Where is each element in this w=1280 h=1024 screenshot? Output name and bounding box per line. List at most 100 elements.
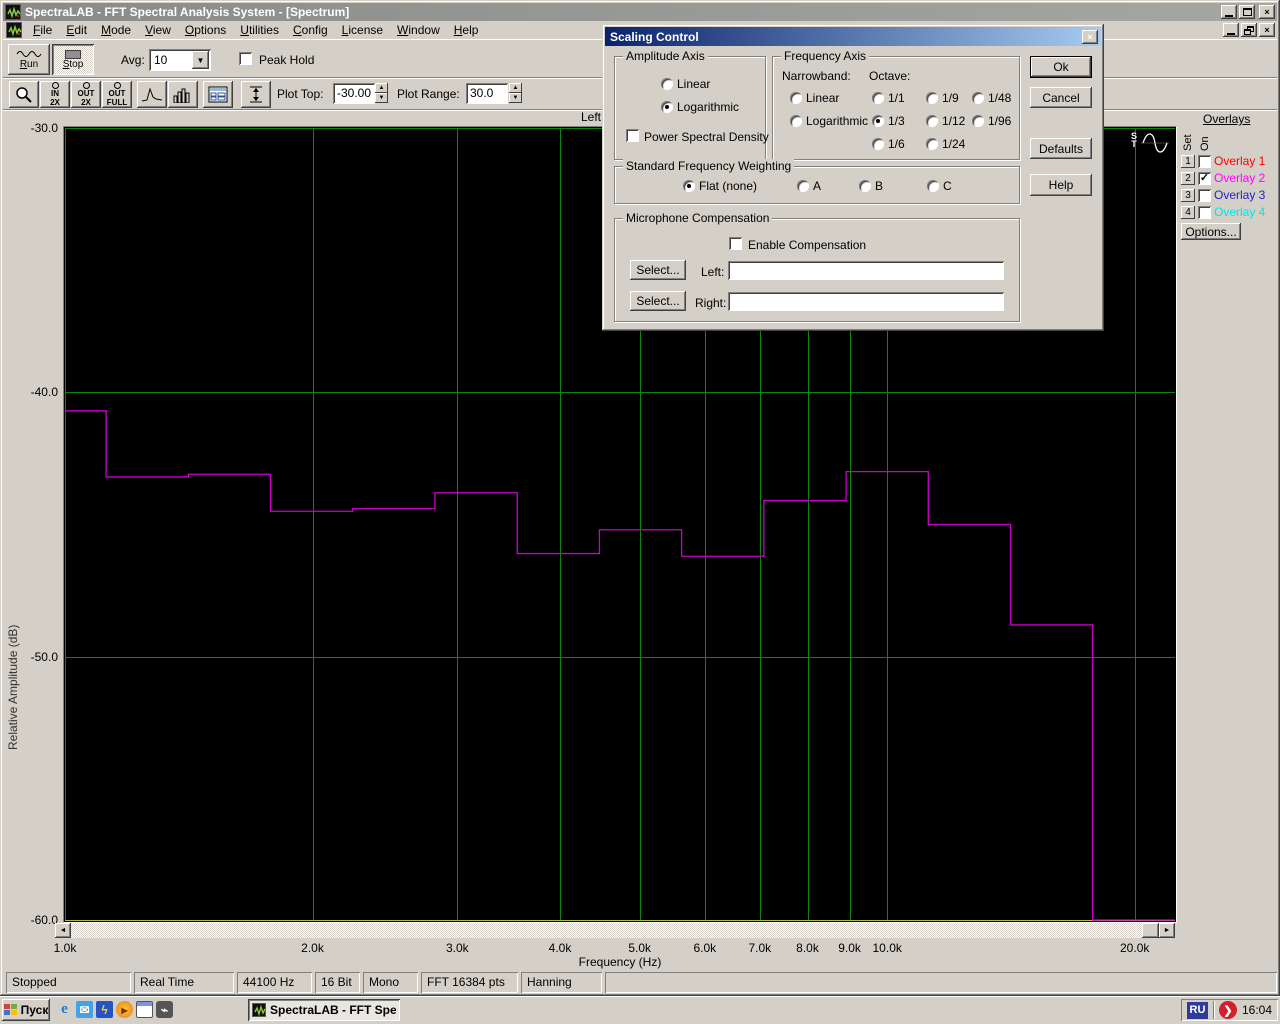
- status-segment-3: 44100 Hz: [237, 972, 312, 993]
- menu-file[interactable]: File: [26, 21, 59, 39]
- overlay-on-checkbox-1[interactable]: [1198, 154, 1211, 168]
- plot-top-input[interactable]: -30.00: [333, 83, 375, 104]
- select-right-button[interactable]: Select...: [630, 291, 686, 311]
- start-button[interactable]: Пуск: [2, 999, 50, 1021]
- radio-label: 1/1: [888, 91, 905, 105]
- overlay-on-checkbox-2[interactable]: ✓: [1198, 171, 1211, 185]
- left-compensation-field[interactable]: [728, 261, 1004, 280]
- media-player-icon[interactable]: ▸: [116, 1001, 133, 1018]
- select-left-button[interactable]: Select...: [630, 260, 686, 280]
- scroll-left-arrow[interactable]: ◄: [55, 923, 71, 938]
- details-view-button[interactable]: [203, 81, 233, 108]
- overlay-on-checkbox-3[interactable]: [1198, 188, 1211, 202]
- show-desktop-icon[interactable]: [136, 1001, 153, 1018]
- zoom-in-2x-button[interactable]: IN 2X: [40, 81, 70, 108]
- plot-range-input[interactable]: 30.0: [466, 83, 508, 104]
- winamp-icon[interactable]: ⌁: [156, 1001, 173, 1018]
- bar-plot-mode-button[interactable]: [168, 81, 198, 108]
- menu-options[interactable]: Options: [178, 21, 233, 39]
- title-bar[interactable]: SpectraLAB - FFT Spectral Analysis Syste…: [3, 3, 1277, 21]
- amplitude-linear-radio[interactable]: Linear: [661, 77, 710, 91]
- zoom-tool-button[interactable]: [9, 81, 39, 108]
- ok-button[interactable]: Ok: [1030, 56, 1092, 78]
- dialog-title-bar[interactable]: Scaling Control ×: [605, 27, 1101, 46]
- overlay-set-button-4[interactable]: 4: [1181, 205, 1195, 219]
- avg-dropdown-arrow[interactable]: ▼: [192, 51, 209, 69]
- octave-1-1-radio[interactable]: 1/1: [872, 91, 905, 105]
- overlay-on-checkbox-4[interactable]: [1198, 205, 1211, 219]
- peak-hold-checkbox[interactable]: [239, 52, 252, 65]
- menu-items: File Edit Mode View Options Utilities Config Li…: [26, 21, 485, 39]
- weighting-c-radio[interactable]: C: [927, 179, 952, 193]
- details-icon: [208, 86, 228, 103]
- plot-top-spinner[interactable]: ▲ ▼: [375, 83, 388, 103]
- maximize-button[interactable]: [1239, 5, 1255, 19]
- outlook-express-icon[interactable]: ✉: [76, 1001, 93, 1018]
- weighting-a-radio[interactable]: A: [797, 179, 821, 193]
- zoom-out-2x-button[interactable]: OUT 2X: [71, 81, 101, 108]
- zoom-in-caption2: 2X: [50, 98, 60, 107]
- x-tick-4.0k: 4.0k: [548, 941, 572, 955]
- scrollbar-thumb[interactable]: [1142, 923, 1159, 938]
- weighting-flat-radio[interactable]: Flat (none): [683, 179, 757, 193]
- taskbar-app-button[interactable]: SpectraLAB - FFT Spe...: [248, 999, 400, 1021]
- language-indicator[interactable]: RU: [1186, 1001, 1208, 1019]
- amplitude-axis-legend: Amplitude Axis: [623, 49, 708, 63]
- overlay-set-button-3[interactable]: 3: [1181, 188, 1195, 202]
- menu-config[interactable]: Config: [286, 21, 335, 39]
- child-minimize-button[interactable]: [1223, 23, 1239, 37]
- minimize-button[interactable]: [1221, 5, 1237, 19]
- octave-1-12-radio[interactable]: 1/12: [926, 114, 965, 128]
- right-compensation-field[interactable]: [728, 292, 1004, 311]
- octave-1-9-radio[interactable]: 1/9: [926, 91, 959, 105]
- octave-1-48-radio[interactable]: 1/48: [972, 91, 1011, 105]
- child-close-button[interactable]: ×: [1259, 23, 1275, 37]
- overlay-set-button-2[interactable]: 2: [1181, 171, 1195, 185]
- scroll-right-arrow[interactable]: ►: [1159, 923, 1175, 938]
- menu-mode[interactable]: Mode: [94, 21, 138, 39]
- line-plot-mode-button[interactable]: [137, 81, 167, 108]
- mic-compensation-legend: Microphone Compensation: [623, 211, 773, 225]
- menu-utilities[interactable]: Utilities: [233, 21, 286, 39]
- child-restore-button[interactable]: [1241, 23, 1257, 37]
- octave-1-3-radio[interactable]: 1/3: [872, 114, 905, 128]
- zoom-out-full-button[interactable]: OUT FULL: [102, 81, 132, 108]
- octave-1-24-radio[interactable]: 1/24: [926, 137, 965, 151]
- amplitude-logarithmic-radio[interactable]: Logarithmic: [661, 100, 739, 114]
- cancel-button[interactable]: Cancel: [1030, 87, 1092, 108]
- clock: 16:04: [1241, 1003, 1272, 1017]
- messenger-icon[interactable]: ϟ: [96, 1001, 113, 1018]
- narrowband-linear-radio[interactable]: Linear: [790, 91, 839, 105]
- dialog-close-icon[interactable]: ×: [1082, 29, 1098, 44]
- menu-window[interactable]: Window: [390, 21, 447, 39]
- avg-combobox[interactable]: 10 ▼: [149, 49, 211, 71]
- defaults-button[interactable]: Defaults: [1030, 138, 1092, 159]
- overlay-options-button[interactable]: Options...: [1181, 223, 1241, 240]
- enable-compensation-label: Enable Compensation: [748, 238, 867, 252]
- menu-license[interactable]: License: [335, 21, 390, 39]
- radio-label: B: [875, 179, 884, 193]
- autoscale-button[interactable]: [241, 81, 271, 108]
- menu-edit[interactable]: Edit: [59, 21, 94, 39]
- octave-1-96-radio[interactable]: 1/96: [972, 114, 1011, 128]
- plot-range-spinner[interactable]: ▲ ▼: [509, 83, 522, 103]
- close-button[interactable]: ×: [1259, 5, 1275, 19]
- psd-checkbox[interactable]: [626, 129, 639, 142]
- weighting-b-radio[interactable]: B: [859, 179, 883, 193]
- menu-view[interactable]: View: [138, 21, 178, 39]
- octave-1-6-radio[interactable]: 1/6: [872, 137, 905, 151]
- help-button[interactable]: Help: [1030, 174, 1092, 196]
- narrowband-logarithmic-radio[interactable]: Logarithmic: [790, 114, 868, 128]
- antivirus-tray-icon[interactable]: ❯: [1218, 1001, 1237, 1019]
- menu-help[interactable]: Help: [447, 21, 486, 39]
- overlay-set-button-1[interactable]: 1: [1181, 154, 1195, 168]
- horizontal-scrollbar[interactable]: ◄ ►: [55, 923, 1175, 938]
- run-button[interactable]: Run: [8, 44, 50, 75]
- child-window-icon[interactable]: [6, 22, 22, 38]
- enable-compensation-checkbox[interactable]: [729, 237, 742, 250]
- stop-button[interactable]: Stop: [52, 44, 94, 75]
- status-segment-2: Real Time: [134, 972, 234, 993]
- vertical-scale-icon: [250, 86, 262, 103]
- stop-button-label: Stop: [62, 58, 84, 70]
- internet-explorer-icon[interactable]: e: [56, 1001, 73, 1018]
